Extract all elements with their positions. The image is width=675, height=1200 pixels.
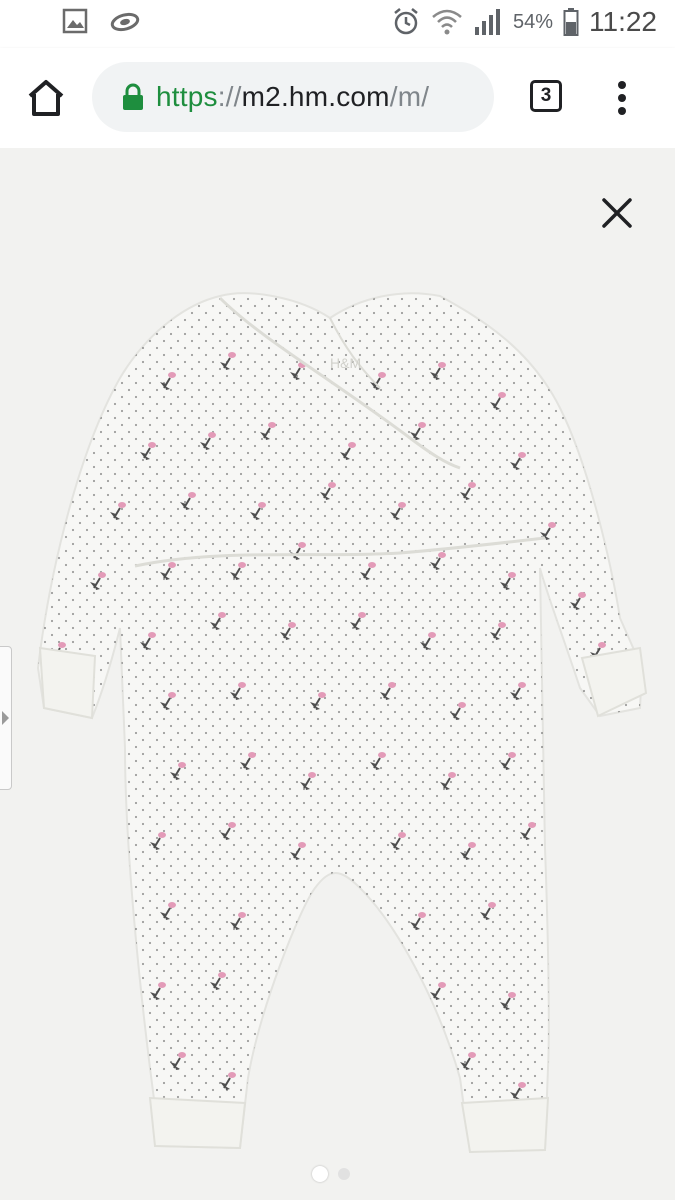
close-icon[interactable]: [596, 192, 638, 234]
alarm-icon: [394, 8, 418, 35]
tab-count: 3: [540, 85, 552, 106]
clock-time: 11:22: [589, 6, 657, 37]
lock-icon: [123, 83, 143, 110]
url-bar[interactable]: https://m2.hm.com/m/: [92, 62, 494, 132]
url-separator: ://: [217, 81, 242, 112]
chevron-right-icon: [2, 711, 9, 725]
browser-toolbar: https://m2.hm.com/m/ 3: [0, 48, 675, 148]
tab-switcher-button[interactable]: 3: [530, 80, 562, 112]
home-icon[interactable]: [22, 74, 70, 122]
url-host: m2.hm.com: [241, 81, 390, 112]
side-panel-handle[interactable]: [0, 646, 12, 790]
wifi-icon: [432, 9, 462, 35]
url-scheme: https: [156, 81, 218, 112]
url-text: https://m2.hm.com/m/: [156, 81, 429, 113]
pager-dot-1[interactable]: [312, 1166, 328, 1182]
more-vert-icon[interactable]: [610, 78, 634, 118]
image-viewer: H&M: [0, 148, 675, 1200]
romper-garment: H&M: [37, 292, 648, 1154]
image-icon: [62, 8, 88, 34]
battery-percent: 54%: [512, 10, 553, 33]
signal-icon: [474, 9, 500, 35]
product-image[interactable]: H&M: [0, 148, 675, 1200]
svg-text:H&M: H&M: [330, 355, 361, 371]
pager-dot-2[interactable]: [338, 1168, 350, 1180]
status-bar: 54% 11:22: [0, 0, 675, 48]
url-path: /m/: [389, 81, 430, 112]
cloud-sync-icon: [110, 12, 140, 32]
battery-icon: [563, 8, 579, 36]
image-pager: [312, 1166, 350, 1182]
